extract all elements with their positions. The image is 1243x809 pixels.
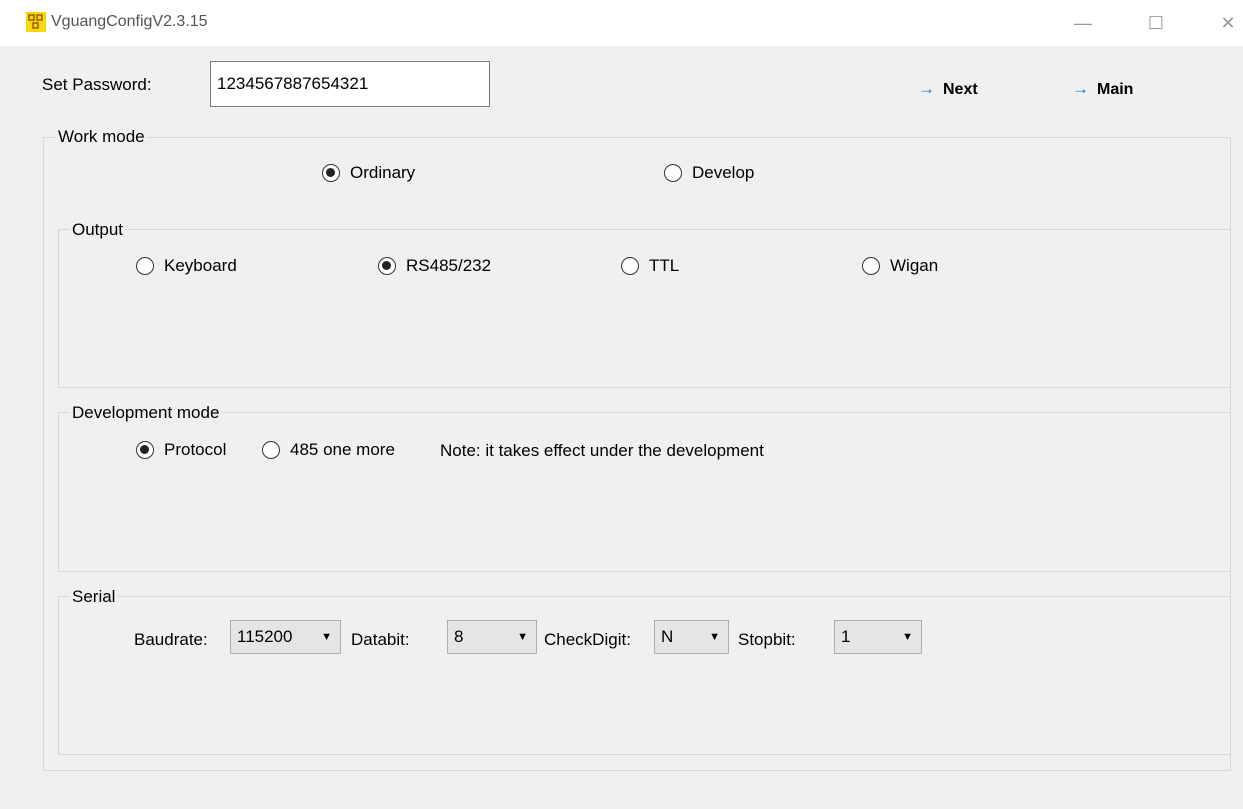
radio-unchecked-icon <box>862 257 880 275</box>
arrow-right-icon: → <box>918 79 935 98</box>
databit-label: Databit: <box>351 630 410 649</box>
main-link[interactable]: → Main <box>1072 79 1133 99</box>
radio-label: Ordinary <box>350 163 416 182</box>
password-input[interactable] <box>210 61 490 107</box>
development-mode-legend: Development mode <box>70 403 222 423</box>
radio-unchecked-icon <box>136 257 154 275</box>
radio-unchecked-icon <box>262 441 280 459</box>
radio-label: TTL <box>649 256 680 275</box>
radio-keyboard[interactable]: Keyboard <box>136 256 237 276</box>
baudrate-select[interactable]: 115200 ▼ <box>230 620 341 654</box>
set-password-label: Set Password: <box>42 75 152 94</box>
stopbit-select[interactable]: 1 ▼ <box>834 620 922 654</box>
radio-label: Develop <box>692 163 755 182</box>
close-button[interactable]: ✕ <box>1205 0 1243 46</box>
next-link[interactable]: → Next <box>918 79 978 99</box>
window-title: VguangConfigV2.3.15 <box>51 13 208 30</box>
checkdigit-value: N <box>661 627 674 646</box>
radio-unchecked-icon <box>664 164 682 182</box>
minimize-button[interactable]: — <box>1060 0 1106 46</box>
radio-485-one-more[interactable]: 485 one more <box>262 440 395 460</box>
checkdigit-label: CheckDigit: <box>544 630 631 649</box>
radio-label: Protocol <box>164 440 227 459</box>
development-note: Note: it takes effect under the developm… <box>440 441 764 460</box>
app-icon <box>26 12 46 32</box>
radio-checked-icon <box>136 441 154 459</box>
radio-unchecked-icon <box>621 257 639 275</box>
radio-protocol[interactable]: Protocol <box>136 440 226 460</box>
maximize-button[interactable]: ☐ <box>1133 0 1179 46</box>
databit-select[interactable]: 8 ▼ <box>447 620 537 654</box>
radio-label: 485 one more <box>290 440 395 459</box>
arrow-right-icon: → <box>1072 79 1089 98</box>
radio-rs485-232[interactable]: RS485/232 <box>378 256 491 276</box>
radio-ttl[interactable]: TTL <box>621 256 679 276</box>
main-label: Main <box>1097 81 1134 98</box>
radio-checked-icon <box>378 257 396 275</box>
development-mode-group <box>58 412 1231 572</box>
radio-ordinary[interactable]: Ordinary <box>322 163 415 183</box>
stopbit-label: Stopbit: <box>738 630 796 649</box>
output-legend: Output <box>70 220 126 240</box>
radio-label: Keyboard <box>164 256 237 275</box>
stopbit-value: 1 <box>841 627 851 646</box>
checkdigit-select[interactable]: N ▼ <box>654 620 729 654</box>
chevron-down-icon: ▼ <box>709 631 720 643</box>
radio-label: Wigan <box>890 256 939 275</box>
title-bar: VguangConfigV2.3.15 — ☐ ✕ <box>0 0 1243 46</box>
chevron-down-icon: ▼ <box>517 631 528 643</box>
databit-value: 8 <box>454 627 464 646</box>
baudrate-label: Baudrate: <box>134 630 208 649</box>
next-label: Next <box>943 81 978 98</box>
chevron-down-icon: ▼ <box>902 631 913 643</box>
output-group <box>58 229 1231 388</box>
chevron-down-icon: ▼ <box>321 631 332 643</box>
work-mode-legend: Work mode <box>56 127 147 147</box>
baudrate-value: 115200 <box>237 627 293 646</box>
radio-label: RS485/232 <box>406 256 492 275</box>
serial-legend: Serial <box>70 587 118 607</box>
radio-checked-icon <box>322 164 340 182</box>
radio-develop[interactable]: Develop <box>664 163 754 183</box>
radio-wigan[interactable]: Wigan <box>862 256 938 276</box>
